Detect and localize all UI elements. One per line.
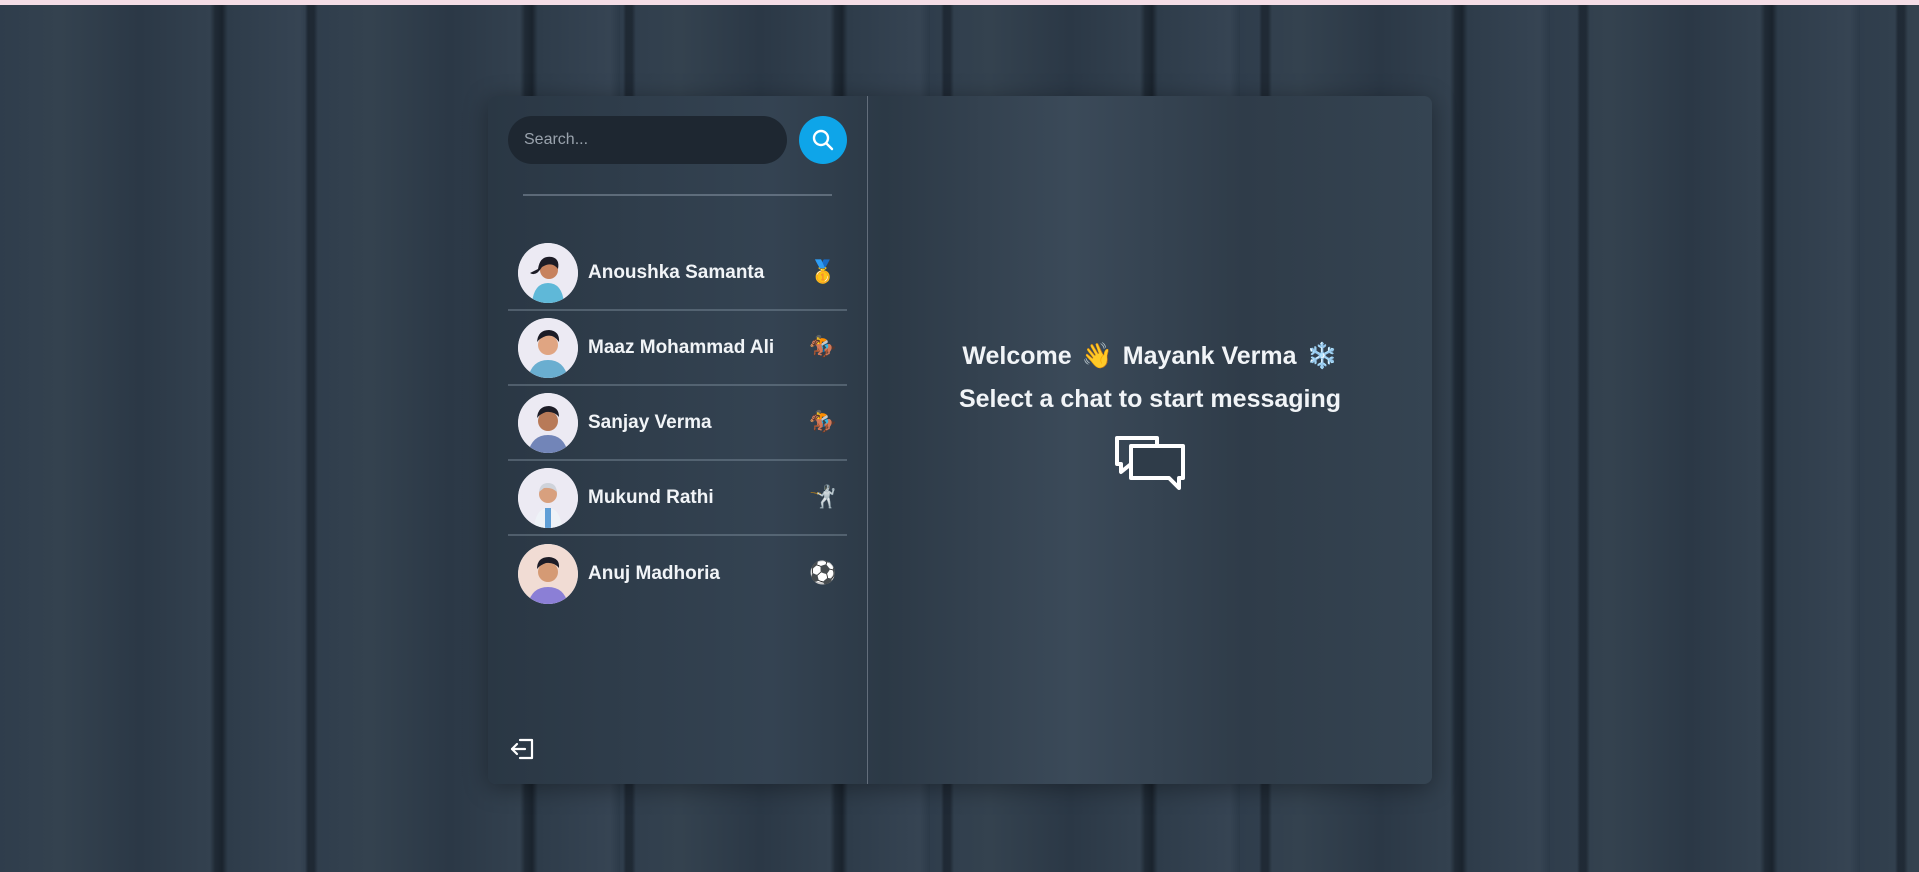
user-name: Anuj Madhoria xyxy=(588,562,720,584)
user-name: Anoushka Samanta xyxy=(588,261,765,283)
search-bar xyxy=(508,116,847,164)
logout-icon xyxy=(510,738,534,760)
chat-bubbles-icon xyxy=(1111,432,1189,499)
fencing-icon: 🤺 xyxy=(809,485,837,510)
chat-placeholder: Welcome 👋 Mayank Verma ❄️ Select a chat … xyxy=(868,96,1432,784)
user-name: Maaz Mohammad Ali xyxy=(588,336,775,358)
divider xyxy=(523,194,832,196)
user-item-anuj-madhoria[interactable]: Anuj Madhoria ⚽ xyxy=(508,536,847,611)
soccer-ball-icon: ⚽ xyxy=(809,561,837,586)
welcome-message: Welcome 👋 Mayank Verma ❄️ xyxy=(962,341,1337,371)
avatar xyxy=(518,543,578,604)
avatar xyxy=(518,317,578,378)
search-icon xyxy=(812,129,834,151)
chat-app: Anoushka Samanta 🥇 Maaz Mohammad Ali 🏇 xyxy=(488,96,1432,784)
user-name: Mukund Rathi xyxy=(588,486,714,508)
sidebar: Anoushka Samanta 🥇 Maaz Mohammad Ali 🏇 xyxy=(488,96,868,784)
welcome-username: Mayank Verma xyxy=(1122,341,1297,370)
user-item-mukund-rathi[interactable]: Mukund Rathi 🤺 xyxy=(508,461,847,536)
snowflake-icon: ❄️ xyxy=(1306,341,1338,370)
user-item-sanjay-verma[interactable]: Sanjay Verma 🏇 xyxy=(508,386,847,461)
wave-icon: 👋 xyxy=(1081,341,1113,370)
user-name: Sanjay Verma xyxy=(588,411,712,433)
search-button[interactable] xyxy=(799,116,847,164)
avatar xyxy=(518,467,578,528)
medal-icon: 🥇 xyxy=(809,260,837,285)
horse-racing-icon: 🏇 xyxy=(809,335,837,360)
welcome-greeting: Welcome xyxy=(962,341,1072,370)
user-list: Anoushka Samanta 🥇 Maaz Mohammad Ali 🏇 S… xyxy=(508,236,847,611)
avatar xyxy=(518,392,578,453)
logout-button[interactable] xyxy=(508,734,538,764)
avatar xyxy=(518,242,578,303)
horse-racing-icon: 🏇 xyxy=(809,410,837,435)
user-item-maaz-mohammad-ali[interactable]: Maaz Mohammad Ali 🏇 xyxy=(508,311,847,386)
user-item-anoushka-samanta[interactable]: Anoushka Samanta 🥇 xyxy=(508,236,847,311)
search-input[interactable] xyxy=(508,116,788,164)
select-chat-prompt: Select a chat to start messaging xyxy=(958,385,1342,413)
